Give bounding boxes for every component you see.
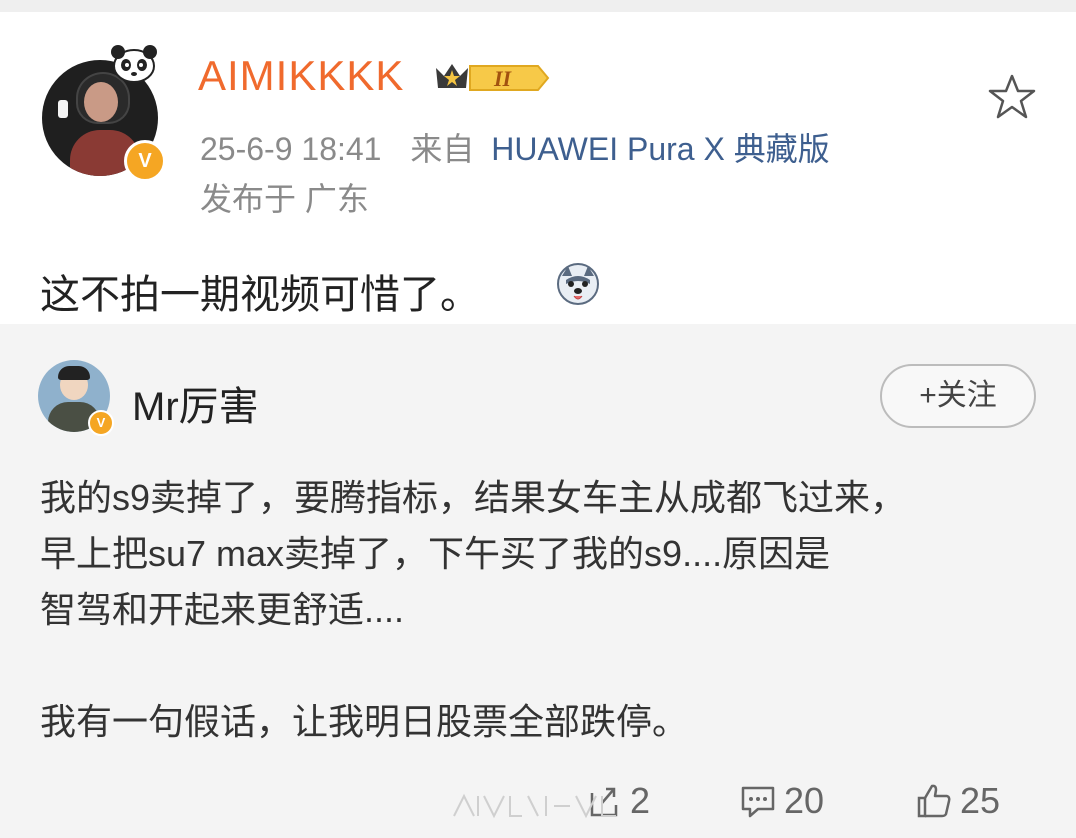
verified-badge: V xyxy=(124,140,166,182)
device-link[interactable]: HUAWEI Pura X 典藏版 xyxy=(491,131,829,167)
post-text: 这不拍一期视频可惜了。 xyxy=(40,273,480,317)
crown-level-badge-icon: II xyxy=(436,64,550,91)
top-divider-bar xyxy=(0,0,1076,12)
comment-icon xyxy=(741,786,775,818)
post-timestamp: 25-6-9 18:41 xyxy=(200,131,382,167)
blurred-watermark xyxy=(453,793,616,819)
favorite-star-icon[interactable] xyxy=(986,72,1038,122)
quoted-author-name[interactable]: Mr厉害 xyxy=(132,374,259,432)
comment-button[interactable]: 20 xyxy=(738,778,824,824)
from-label: 来自 xyxy=(410,131,475,167)
like-button[interactable]: 25 xyxy=(914,778,1000,824)
level-text: II xyxy=(493,66,513,91)
author-name[interactable]: AIMIKKKK xyxy=(198,52,404,100)
quoted-paragraph-line: 我的s9卖掉了，要腾指标，结果女车主从成都飞过来， xyxy=(40,477,907,518)
quoted-avatar-hair xyxy=(58,366,90,380)
post-meta: 25-6-9 18:41 来自 HUAWEI Pura X 典藏版 xyxy=(200,124,830,170)
quoted-paragraph-line: 早上把su7 max卖掉了，下午买了我的s9....原因是 xyxy=(40,533,831,574)
quoted-paragraph-line: 我有一句假话，让我明日股票全部跌停。 xyxy=(40,701,689,742)
husky-emoji-icon xyxy=(557,263,599,305)
avatar-face xyxy=(84,82,118,122)
thumbs-up-icon xyxy=(917,784,951,818)
quoted-post[interactable]: V Mr厉害 +关注 我的s9卖掉了，要腾指标，结果女车主从成都飞过来， 早上把… xyxy=(0,324,1076,838)
panda-pendant-icon xyxy=(111,45,157,83)
follow-button[interactable]: +关注 xyxy=(880,364,1036,428)
repost-count: 2 xyxy=(630,780,651,821)
quoted-text: 我的s9卖掉了，要腾指标，结果女车主从成都飞过来， 早上把su7 max卖掉了，… xyxy=(40,470,1050,750)
quoted-paragraph-line: 智驾和开起来更舒适.... xyxy=(40,589,405,630)
avatar-phone xyxy=(58,100,68,118)
comment-count: 20 xyxy=(784,780,825,821)
post-location: 发布于 广东 xyxy=(200,181,369,217)
quoted-verified-badge: V xyxy=(88,410,114,436)
like-count: 25 xyxy=(960,780,1001,821)
